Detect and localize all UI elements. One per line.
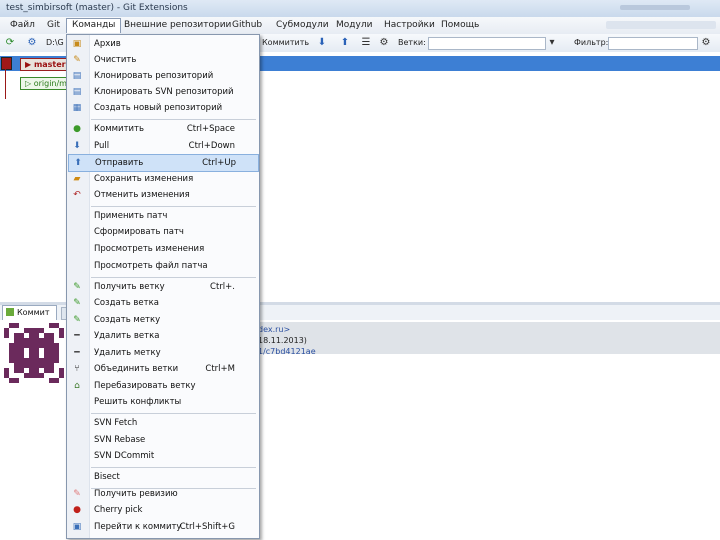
menu-item-svn-fetch[interactable]: SVN Fetch	[68, 415, 257, 431]
menu-item-resolve-conflicts[interactable]: Решить конфликты	[68, 394, 257, 410]
filter-input[interactable]	[608, 37, 698, 50]
menu-git[interactable]: Git	[47, 20, 60, 30]
branch-filter-dropdown-icon[interactable]: ▾	[546, 37, 558, 49]
menu-separator	[91, 467, 256, 468]
menu-remotes[interactable]: Внешние репозитории	[124, 20, 231, 30]
clone-icon: ▤	[72, 71, 82, 81]
delete-tag-icon: ━	[74, 348, 80, 358]
rebase-icon: ⌂	[74, 381, 80, 391]
author-avatar	[4, 323, 64, 383]
new-repo-icon: ▦	[72, 103, 82, 113]
menu-bar: Файл Git Команды Внешние репозитории Git…	[0, 17, 720, 35]
title-bar: test_simbirsoft (master) - Git Extension…	[0, 0, 720, 18]
menu-item-commit[interactable]: ● Коммитить Ctrl+Space	[68, 121, 257, 137]
menu-item-svn-rebase[interactable]: SVN Rebase	[68, 432, 257, 448]
menu-item-stash[interactable]: ▰ Сохранить изменения	[68, 171, 257, 187]
menu-item-goto-commit[interactable]: ▣ Перейти к коммиту Ctrl+Shift+G	[68, 519, 257, 535]
menu-item-cherry-pick[interactable]: ● Cherry pick	[68, 502, 257, 518]
checkout-revision-icon: ✎	[73, 489, 81, 499]
commit-tab-icon	[6, 308, 14, 316]
cherry-pick-icon: ●	[73, 505, 81, 515]
menu-commands[interactable]: Команды	[66, 18, 122, 33]
menu-item-clone-svn[interactable]: ▤ Клонировать SVN репозиторий	[68, 84, 257, 100]
goto-commit-icon: ▣	[72, 522, 82, 532]
push-icon: ⬆	[74, 158, 82, 168]
stash-toolbar-icon[interactable]: ☰	[360, 37, 372, 49]
window-title: test_simbirsoft (master) - Git Extension…	[6, 3, 188, 13]
push-icon[interactable]: ⬆	[339, 37, 351, 49]
menu-item-view-patch-file[interactable]: Просмотреть файл патча	[68, 258, 257, 274]
graph-node	[1, 57, 12, 70]
menu-item-pull[interactable]: ⬇ Pull Ctrl+Down	[68, 138, 257, 154]
menubar-hint	[606, 21, 716, 29]
menu-item-delete-branch[interactable]: ━ Удалить ветка	[68, 328, 257, 344]
menu-item-create-tag[interactable]: ✎ Создать метку	[68, 312, 257, 328]
menu-github[interactable]: Github	[232, 20, 262, 30]
menu-file[interactable]: Файл	[10, 20, 35, 30]
branch-filter-input[interactable]	[428, 37, 546, 50]
menu-settings[interactable]: Настройки	[384, 20, 435, 30]
toolbar-commit-button[interactable]: Коммитить	[262, 38, 309, 47]
commit-hash[interactable]: 1/c7bd4121ae	[258, 347, 316, 356]
menu-item-svn-dcommit[interactable]: SVN DCommit	[68, 448, 257, 464]
menu-plugins[interactable]: Модули	[336, 20, 372, 30]
repo-path[interactable]: D:\G	[46, 38, 64, 47]
menu-item-delete-tag[interactable]: ━ Удалить метку	[68, 345, 257, 361]
commands-dropdown-menu: ▣ Архив ✎ Очистить ▤ Клонировать репозит…	[66, 34, 260, 539]
reset-icon: ↶	[73, 190, 81, 200]
tab-commit[interactable]: Коммит	[2, 305, 57, 320]
refresh-icon[interactable]: ⟳	[4, 37, 16, 49]
branch-label-master[interactable]: ▶ master	[20, 58, 72, 71]
graph-line	[5, 69, 6, 99]
menu-item-cleanup[interactable]: ✎ Очистить	[68, 52, 257, 68]
menu-separator	[91, 413, 256, 414]
menu-item-rebase[interactable]: ⌂ Перебазировать ветку	[68, 378, 257, 394]
menu-item-archive[interactable]: ▣ Архив	[68, 36, 257, 52]
create-branch-icon: ✎	[73, 298, 81, 308]
menu-item-checkout-branch[interactable]: ✎ Получить ветку Ctrl+.	[68, 279, 257, 295]
menu-separator	[91, 277, 256, 278]
author-email[interactable]: dex.ru>	[258, 325, 290, 334]
menu-item-new-repo[interactable]: ▦ Создать новый репозиторий	[68, 100, 257, 116]
commit-date: 18.11.2013)	[258, 336, 307, 345]
create-tag-icon: ✎	[73, 315, 81, 325]
menu-item-clone[interactable]: ▤ Клонировать репозиторий	[68, 68, 257, 84]
commit-icon: ●	[73, 124, 81, 134]
menu-item-push[interactable]: ⬆ Отправить Ctrl+Up	[68, 154, 259, 172]
menu-separator	[91, 119, 256, 120]
menu-item-checkout-revision[interactable]: ✎ Получить ревизию	[68, 486, 257, 502]
menu-item-view-changes[interactable]: Просмотреть изменения	[68, 241, 257, 257]
pull-icon[interactable]: ⬇	[316, 37, 328, 49]
repo-icon[interactable]: ⚙	[26, 37, 38, 49]
filter-options-icon[interactable]: ⚙	[700, 37, 712, 49]
menu-item-apply-patch[interactable]: Применить патч	[68, 208, 257, 224]
menu-item-create-branch[interactable]: ✎ Создать ветка	[68, 295, 257, 311]
title-bar-decoration	[620, 5, 690, 10]
menu-item-reset[interactable]: ↶ Отменить изменения	[68, 187, 257, 203]
menu-item-merge[interactable]: ⑂ Объединить ветки Ctrl+M	[68, 361, 257, 377]
menu-item-bisect[interactable]: Bisect	[68, 469, 257, 485]
pull-icon: ⬇	[73, 141, 81, 151]
delete-branch-icon: ━	[74, 331, 80, 341]
menu-item-format-patch[interactable]: Сформировать патч	[68, 224, 257, 240]
clone-svn-icon: ▤	[72, 87, 82, 97]
stash-icon: ▰	[73, 174, 81, 184]
archive-icon: ▣	[72, 39, 82, 49]
settings-toolbar-icon[interactable]: ⚙	[378, 37, 390, 49]
menu-submodules[interactable]: Субмодули	[276, 20, 329, 30]
branch-filter-label: Ветки:	[398, 38, 426, 47]
merge-icon: ⑂	[74, 364, 80, 374]
broom-icon: ✎	[73, 55, 81, 65]
filter-label: Фильтр:	[574, 38, 609, 47]
menu-help[interactable]: Помощь	[441, 20, 479, 30]
checkout-icon: ✎	[73, 282, 81, 292]
menu-separator	[91, 206, 256, 207]
